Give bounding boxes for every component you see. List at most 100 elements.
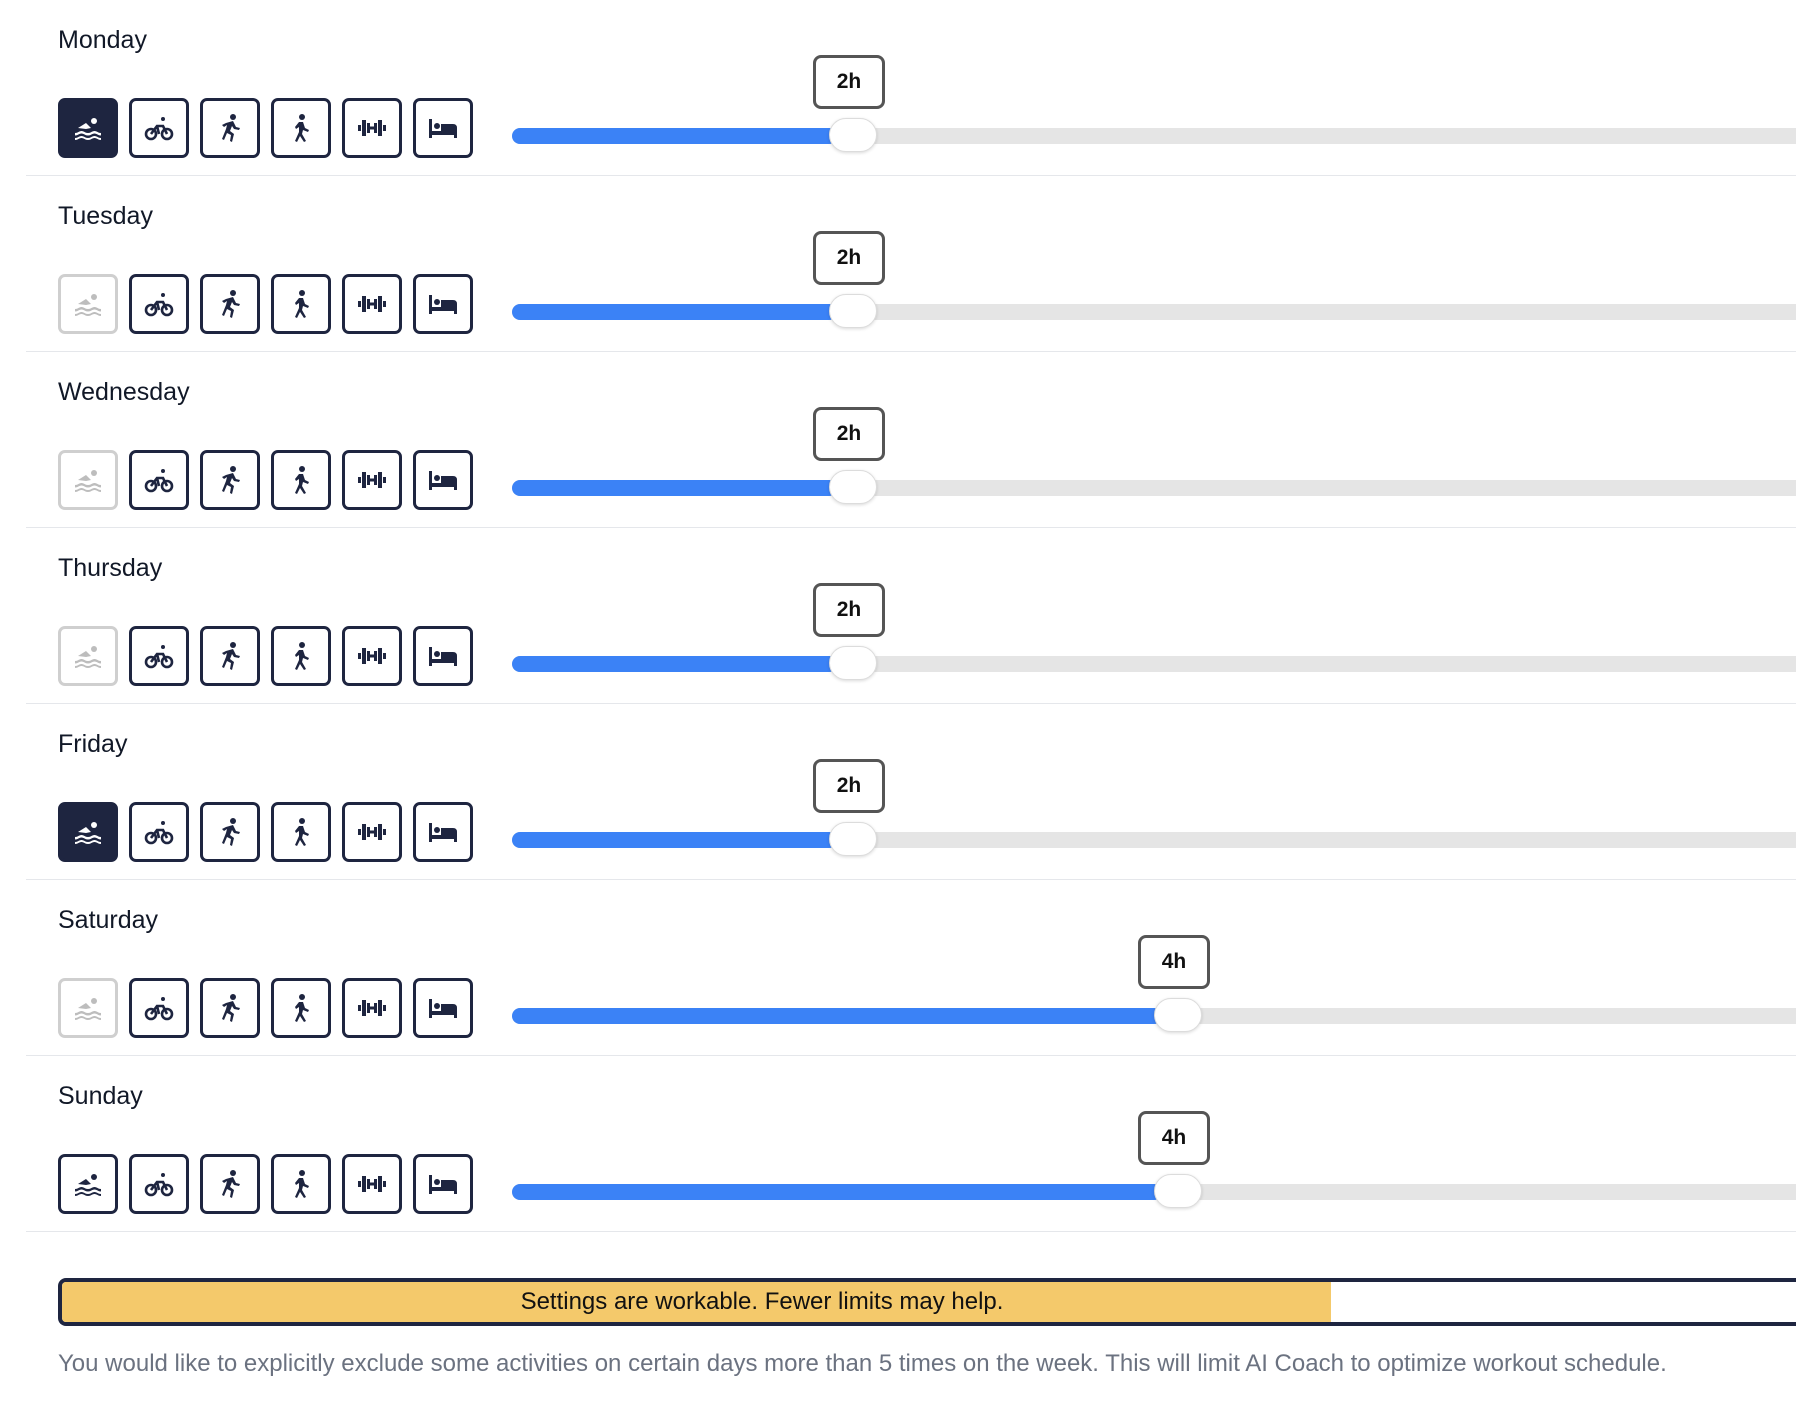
walk-toggle-button[interactable] (271, 978, 331, 1038)
strength-toggle-button[interactable] (342, 978, 402, 1038)
strength-icon (356, 112, 388, 144)
activity-toggles (58, 626, 473, 686)
strength-toggle-button[interactable] (342, 98, 402, 158)
strength-icon (356, 464, 388, 496)
bike-icon (143, 992, 175, 1024)
hours-slider[interactable]: 2h (512, 407, 1796, 528)
strength-toggle-button[interactable] (342, 626, 402, 686)
bike-toggle-button[interactable] (129, 450, 189, 510)
slider-thumb[interactable] (1154, 1174, 1202, 1208)
day-name: Wednesday (58, 378, 190, 406)
walk-icon (285, 1168, 317, 1200)
slider-thumb[interactable] (829, 470, 877, 504)
hours-slider[interactable]: 2h (512, 231, 1796, 352)
run-toggle-button[interactable] (200, 1154, 260, 1214)
slider-thumb[interactable] (829, 294, 877, 328)
bike-toggle-button[interactable] (129, 978, 189, 1038)
rest-toggle-button[interactable] (413, 1154, 473, 1214)
walk-icon (285, 992, 317, 1024)
activity-toggles (58, 1154, 473, 1214)
rest-toggle-button[interactable] (413, 978, 473, 1038)
run-icon (214, 464, 246, 496)
strength-toggle-button[interactable] (342, 450, 402, 510)
rest-toggle-button[interactable] (413, 802, 473, 862)
run-icon (214, 640, 246, 672)
feasibility-meter: Settings are workable. Fewer limits may … (58, 1278, 1796, 1326)
bike-toggle-button[interactable] (129, 274, 189, 334)
run-icon (214, 992, 246, 1024)
hours-value-tooltip: 4h (1138, 935, 1210, 989)
bike-icon (143, 816, 175, 848)
swim-toggle-button[interactable] (58, 626, 118, 686)
day-name: Tuesday (58, 202, 153, 230)
run-toggle-button[interactable] (200, 450, 260, 510)
slider-thumb[interactable] (829, 822, 877, 856)
swim-toggle-button[interactable] (58, 978, 118, 1038)
slider-fill (512, 1184, 1162, 1200)
swim-toggle-button[interactable] (58, 98, 118, 158)
bike-toggle-button[interactable] (129, 1154, 189, 1214)
day-row-thursday: Thursday 2h (26, 528, 1796, 704)
walk-toggle-button[interactable] (271, 98, 331, 158)
slider-thumb[interactable] (829, 646, 877, 680)
slider-fill (512, 480, 837, 496)
walk-toggle-button[interactable] (271, 274, 331, 334)
rest-toggle-button[interactable] (413, 450, 473, 510)
swim-icon (72, 464, 104, 496)
rest-toggle-button[interactable] (413, 626, 473, 686)
strength-icon (356, 640, 388, 672)
walk-toggle-button[interactable] (271, 802, 331, 862)
hours-slider[interactable]: 2h (512, 759, 1796, 880)
walk-toggle-button[interactable] (271, 450, 331, 510)
slider-thumb[interactable] (1154, 998, 1202, 1032)
slider-thumb[interactable] (829, 118, 877, 152)
day-row-friday: Friday 2h (26, 704, 1796, 880)
hours-slider[interactable]: 4h (512, 1111, 1796, 1232)
bike-toggle-button[interactable] (129, 626, 189, 686)
walk-icon (285, 112, 317, 144)
swim-toggle-button[interactable] (58, 802, 118, 862)
slider-fill (512, 832, 837, 848)
slider-fill (512, 128, 837, 144)
day-row-saturday: Saturday 4h (26, 880, 1796, 1056)
swim-toggle-button[interactable] (58, 1154, 118, 1214)
day-row-monday: Monday 2h (26, 0, 1796, 176)
bike-icon (143, 464, 175, 496)
run-icon (214, 816, 246, 848)
bike-icon (143, 288, 175, 320)
run-toggle-button[interactable] (200, 978, 260, 1038)
swim-toggle-button[interactable] (58, 274, 118, 334)
walk-icon (285, 640, 317, 672)
hours-slider[interactable]: 2h (512, 583, 1796, 704)
swim-icon (72, 816, 104, 848)
day-name: Sunday (58, 1082, 143, 1110)
activity-toggles (58, 98, 473, 158)
day-name: Thursday (58, 554, 163, 582)
hours-value-tooltip: 2h (813, 759, 885, 813)
feasibility-text: Settings are workable. Fewer limits may … (520, 1288, 1004, 1315)
rest-icon (427, 288, 459, 320)
strength-icon (356, 992, 388, 1024)
hours-slider[interactable]: 2h (512, 55, 1796, 176)
day-row-wednesday: Wednesday 2h (26, 352, 1796, 528)
walk-toggle-button[interactable] (271, 1154, 331, 1214)
bike-toggle-button[interactable] (129, 98, 189, 158)
slider-fill (512, 656, 837, 672)
run-toggle-button[interactable] (200, 626, 260, 686)
strength-toggle-button[interactable] (342, 802, 402, 862)
bike-toggle-button[interactable] (129, 802, 189, 862)
day-name: Saturday (58, 906, 159, 934)
rest-toggle-button[interactable] (413, 98, 473, 158)
strength-toggle-button[interactable] (342, 1154, 402, 1214)
strength-icon (356, 1168, 388, 1200)
day-name: Monday (58, 26, 147, 54)
run-toggle-button[interactable] (200, 98, 260, 158)
rest-toggle-button[interactable] (413, 274, 473, 334)
run-toggle-button[interactable] (200, 274, 260, 334)
activity-toggles (58, 274, 473, 334)
walk-toggle-button[interactable] (271, 626, 331, 686)
run-toggle-button[interactable] (200, 802, 260, 862)
strength-toggle-button[interactable] (342, 274, 402, 334)
hours-slider[interactable]: 4h (512, 935, 1796, 1056)
swim-toggle-button[interactable] (58, 450, 118, 510)
